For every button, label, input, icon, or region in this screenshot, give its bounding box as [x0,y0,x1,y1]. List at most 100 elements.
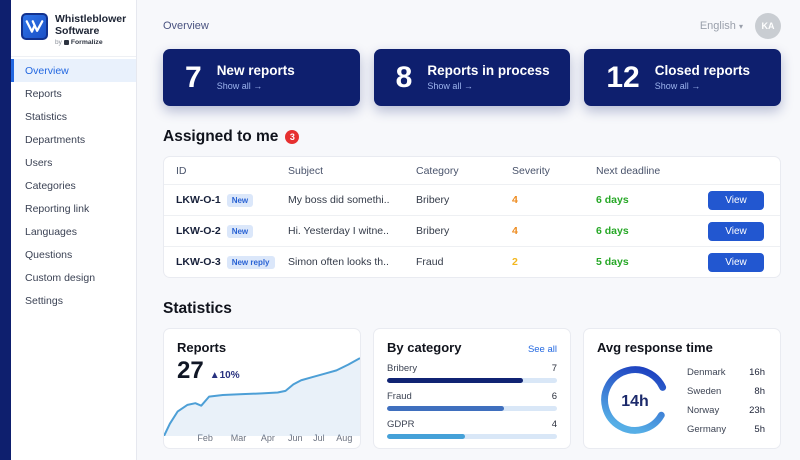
sidebar-item-languages[interactable]: Languages [11,220,136,243]
status-badge: New [227,225,253,238]
category-bar-row: Fraud 6 [387,391,557,411]
deadline-value: 5 days [596,256,708,268]
status-badge: New reply [227,256,275,269]
report-category: Fraud [416,256,512,268]
bar-label: Fraud [387,391,412,402]
report-id: LKW-O-2 [176,225,221,237]
sidebar-item-statistics[interactable]: Statistics [11,105,136,128]
bar-fill [387,434,465,439]
sidebar-nav: Overview Reports Statistics Departments … [11,57,136,312]
severity-value: 4 [512,225,596,237]
sidebar-item-departments[interactable]: Departments [11,128,136,151]
table-row: LKW-O-1 New My boss did somethi.. Bribery… [164,184,780,215]
main-content: Overview English ▾ KA 7 New reports Show… [138,0,800,449]
deadline-value: 6 days [596,225,708,237]
brand-company: Formalize [71,39,103,46]
sidebar-accent-strip [0,0,11,460]
severity-value: 4 [512,194,596,206]
show-all-link[interactable]: Show all → [655,81,750,91]
brand-byline: by [55,39,62,46]
brand-line1: Whistleblower [55,13,126,25]
country-label: Germany [687,424,726,435]
sidebar-item-custom-design[interactable]: Custom design [11,266,136,289]
country-row: Denmark 16h [687,363,767,382]
table-row: LKW-O-3New reply Simon often looks th.. … [164,246,780,277]
reports-change: ▲10% [210,370,240,381]
statistics-title: Statistics [163,300,232,318]
stat-value: 8 [396,61,413,95]
assigned-count-badge: 3 [285,130,299,144]
reports-total: 27 [177,357,204,385]
see-all-link[interactable]: See all [528,344,557,355]
view-button[interactable]: View [708,222,764,241]
country-value: 5h [754,424,765,435]
arrow-right-icon: → [253,81,262,91]
sidebar-item-reports[interactable]: Reports [11,82,136,105]
country-label: Norway [687,405,719,416]
sidebar-item-reporting-link[interactable]: Reporting link [11,197,136,220]
arrow-right-icon: → [464,81,473,91]
chevron-down-icon: ▾ [739,22,743,31]
triangle-up-icon: ▲ [210,370,220,381]
bar-value: 4 [552,419,557,430]
view-button[interactable]: View [708,253,764,272]
sidebar-item-users[interactable]: Users [11,151,136,174]
avg-response-card: Avg response time 14h Denmark 16h Sweden 8… [583,328,781,449]
bar-value: 7 [552,363,557,374]
report-subject: My boss did somethi.. [288,194,416,206]
stat-label: Closed reports [655,64,750,79]
col-subject: Subject [288,165,416,177]
brand-line2: Software [55,25,126,37]
avg-response-title: Avg response time [597,340,767,355]
country-row: Sweden 8h [687,382,767,401]
col-id: ID [176,165,288,177]
sidebar: Whistleblower Software by Formalize Over… [0,0,137,460]
bar-label: GDPR [387,419,414,430]
country-row: Germany 5h [687,420,767,439]
show-all-link[interactable]: Show all → [427,81,549,91]
stat-label: New reports [217,64,295,79]
statistics-cards-row: Reports 27 ▲10% Feb Mar Apr Jun Jul Aug [163,328,781,449]
sidebar-item-settings[interactable]: Settings [11,289,136,312]
bar-value: 6 [552,391,557,402]
avatar[interactable]: KA [755,13,781,39]
response-time-gauge: 14h [597,362,673,438]
country-value: 8h [754,386,765,397]
category-bar-row: Bribery 7 [387,363,557,383]
country-value: 23h [749,405,765,416]
reports-chart-card: Reports 27 ▲10% Feb Mar Apr Jun Jul Aug [163,328,361,449]
language-selector[interactable]: English ▾ [700,20,743,32]
assigned-section-header: Assigned to me 3 [163,128,781,146]
view-button[interactable]: View [708,191,764,210]
language-label: English [700,20,736,32]
table-header-row: ID Subject Category Severity Next deadli… [164,157,780,184]
by-category-card: By category See all Bribery7 Fraud6 GDPR… [373,328,571,449]
country-label: Denmark [687,367,726,378]
sidebar-item-categories[interactable]: Categories [11,174,136,197]
col-severity: Severity [512,165,596,177]
arrow-right-icon: → [691,81,700,91]
report-category: Bribery [416,194,512,206]
whistleblower-logo-icon [21,13,48,40]
category-bar-row: GDPR 4 [387,419,557,439]
sidebar-item-overview[interactable]: Overview [11,59,136,82]
stat-cards-row: 7 New reports Show all → 8 Reports in pr… [163,49,781,106]
bar-fill [387,378,523,383]
breadcrumb: Overview [163,20,209,32]
bar-label: Bribery [387,363,417,374]
report-id: LKW-O-1 [176,194,221,206]
assigned-title: Assigned to me [163,128,278,146]
country-label: Sweden [687,386,721,397]
gauge-center-value: 14h [621,393,649,410]
status-badge: New [227,194,253,207]
assigned-table: ID Subject Category Severity Next deadli… [163,156,781,278]
show-all-link[interactable]: Show all → [217,81,295,91]
statistics-section-header: Statistics [163,300,781,318]
stat-card-new-reports: 7 New reports Show all → [163,49,360,106]
app-logo[interactable]: Whistleblower Software by Formalize [11,0,136,57]
country-value: 16h [749,367,765,378]
country-response-list: Denmark 16h Sweden 8h Norway 23h Germany 5h [687,361,767,439]
table-row: LKW-O-2New Hi. Yesterday I witne.. Bribe… [164,215,780,246]
bar-fill [387,406,504,411]
sidebar-item-questions[interactable]: Questions [11,243,136,266]
